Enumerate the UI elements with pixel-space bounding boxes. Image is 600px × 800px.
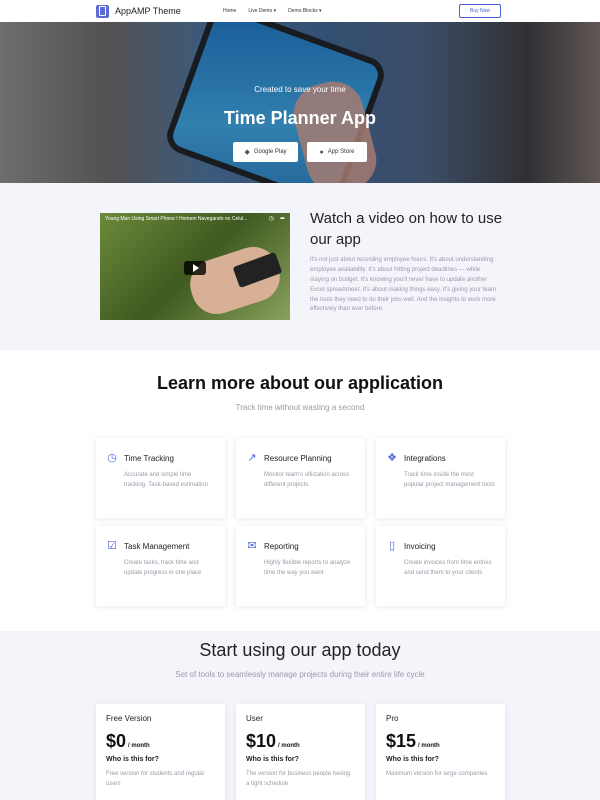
plan-who-heading: Who is this for? — [246, 756, 299, 763]
plan-name: Pro — [386, 714, 399, 723]
nav-link-home[interactable]: Home — [223, 8, 236, 14]
pricing-section: Start using our app today Set of tools t… — [0, 631, 600, 800]
pricing-subtitle: Set of tools to seamlessly manage projec… — [175, 670, 425, 679]
feature-title: Integrations — [404, 453, 446, 463]
apple-icon: ● — [319, 148, 324, 156]
brand[interactable]: AppAMP Theme — [96, 4, 181, 18]
feature-desc: Highly flexible reports to analyze time … — [264, 560, 351, 576]
nav-link-label: Home — [223, 8, 237, 14]
plan-who-heading: Who is this for? — [106, 756, 159, 763]
chevron-down-icon: ▾ — [319, 8, 322, 14]
chat-icon: ✉ — [247, 540, 257, 552]
feature-card-time-tracking: ◷ Time Tracking Accurate and simple time … — [96, 438, 225, 518]
features-subtitle: Track time without wasting a second — [235, 403, 365, 412]
plan-price: $0 / month — [106, 731, 215, 752]
video-title[interactable]: Young Man Using Smart Phone I Homem Nave… — [105, 216, 247, 222]
pricing-title: Start using our app today — [199, 640, 401, 660]
google-play-icon: ◆ — [244, 149, 250, 156]
plan-who-heading: Who is this for? — [386, 756, 439, 763]
feature-desc: Create tasks, track time and update prog… — [124, 560, 202, 576]
feature-card-task-management: ☑ Task Management Create tasks, track tim… — [96, 526, 225, 606]
external-link-icon: ↗ — [247, 452, 257, 464]
cubes-icon: ❖ — [387, 452, 397, 464]
chevron-down-icon: ▾ — [273, 8, 277, 14]
plan-amount: $15 — [386, 731, 417, 751]
nav-link-live-demo[interactable]: Live Demo ▾ — [248, 8, 276, 14]
feature-title: Invoicing — [404, 541, 436, 551]
feature-card-reporting: ✉ Reporting Highly flexible reports to an… — [236, 526, 365, 606]
feature-title: Time Tracking — [124, 453, 174, 463]
plan-card-user: User $10 / month Who is this for? The ve… — [236, 704, 365, 800]
feature-title: Task Management — [124, 541, 190, 551]
feature-desc: Create invoices from time entries and se… — [404, 560, 492, 576]
feature-desc: Monitor team's utilization across differ… — [264, 472, 350, 488]
hero-banner: Created to save your time Time Planner A… — [0, 22, 600, 183]
brand-name: AppAMP Theme — [115, 6, 181, 16]
plan-price: $15 / month — [386, 731, 495, 752]
nav-link-demo-blocks[interactable]: Demo Blocks ▾ — [288, 8, 321, 14]
feature-title: Resource Planning — [264, 453, 332, 463]
plan-desc: The version for business people having a… — [246, 771, 351, 787]
video-section: Young Man Using Smart Phone I Homem Nave… — [0, 183, 600, 350]
video-description: It's not just about recording employee h… — [310, 257, 496, 313]
app-store-label: App Store — [327, 149, 355, 155]
feature-card-integrations: ❖ Integrations Track time inside the most… — [376, 438, 505, 518]
video-player[interactable]: Young Man Using Smart Phone I Homem Nave… — [100, 213, 290, 320]
plan-name: User — [246, 714, 263, 723]
plan-period: / month — [128, 743, 150, 749]
plan-desc: Maximum version for large companies — [386, 771, 488, 777]
plan-card-free: Free Version $0 / month Who is this for?… — [96, 704, 225, 800]
hero-overlay — [0, 22, 600, 183]
feature-title: Reporting — [264, 541, 299, 551]
checkbox-icon: ☑ — [107, 540, 117, 552]
video-heading: Watch a video on how to use our app — [310, 210, 503, 248]
plan-desc: Free version for students and regular us… — [106, 771, 205, 787]
nav-link-label: Live Demo — [248, 8, 273, 14]
plan-name: Free Version — [106, 714, 152, 723]
plan-card-pro: Pro $15 / month Who is this for? Maximum… — [376, 704, 505, 800]
plan-price: $10 / month — [246, 731, 355, 752]
google-play-label: Google Play — [253, 149, 287, 155]
top-nav: AppAMP Theme Home Live Demo ▾ Demo Block… — [0, 0, 600, 22]
app-store-button[interactable]: ● App Store — [307, 142, 367, 162]
video-top-icons: ◷ ➦ — [269, 215, 285, 222]
nav-links: Home Live Demo ▾ Demo Blocks ▾ — [223, 0, 322, 22]
plan-period: / month — [418, 743, 440, 749]
google-play-button[interactable]: ◆ Google Play — [233, 142, 298, 162]
plan-period: / month — [278, 743, 300, 749]
nav-link-label: Demo Blocks — [288, 8, 318, 14]
hero-subtitle: Created to save your time — [254, 85, 346, 94]
feature-card-resource-planning: ↗ Resource Planning Monitor team's utiliz… — [236, 438, 365, 518]
document-icon: ▯ — [388, 540, 396, 552]
hero-title: Time Planner App — [223, 108, 377, 128]
features-title: Learn more about our application — [156, 373, 444, 393]
share-icon[interactable]: ➦ — [280, 215, 285, 222]
phone-logo-icon — [96, 4, 109, 18]
plan-amount: $0 — [106, 731, 127, 751]
watch-later-icon[interactable]: ◷ — [269, 215, 274, 222]
feature-desc: Accurate and simple time tracking. Task-… — [124, 472, 208, 488]
features-section: Learn more about our application Track t… — [0, 350, 600, 631]
plan-amount: $10 — [246, 731, 277, 751]
feature-card-invoicing: ▯ Invoicing Create invoices from time ent… — [376, 526, 505, 606]
play-button[interactable] — [184, 261, 206, 275]
feature-desc: Track time inside the most popular proje… — [404, 472, 495, 488]
buy-now-button[interactable]: Buy Now — [459, 4, 501, 18]
clock-icon: ◷ — [107, 452, 117, 464]
